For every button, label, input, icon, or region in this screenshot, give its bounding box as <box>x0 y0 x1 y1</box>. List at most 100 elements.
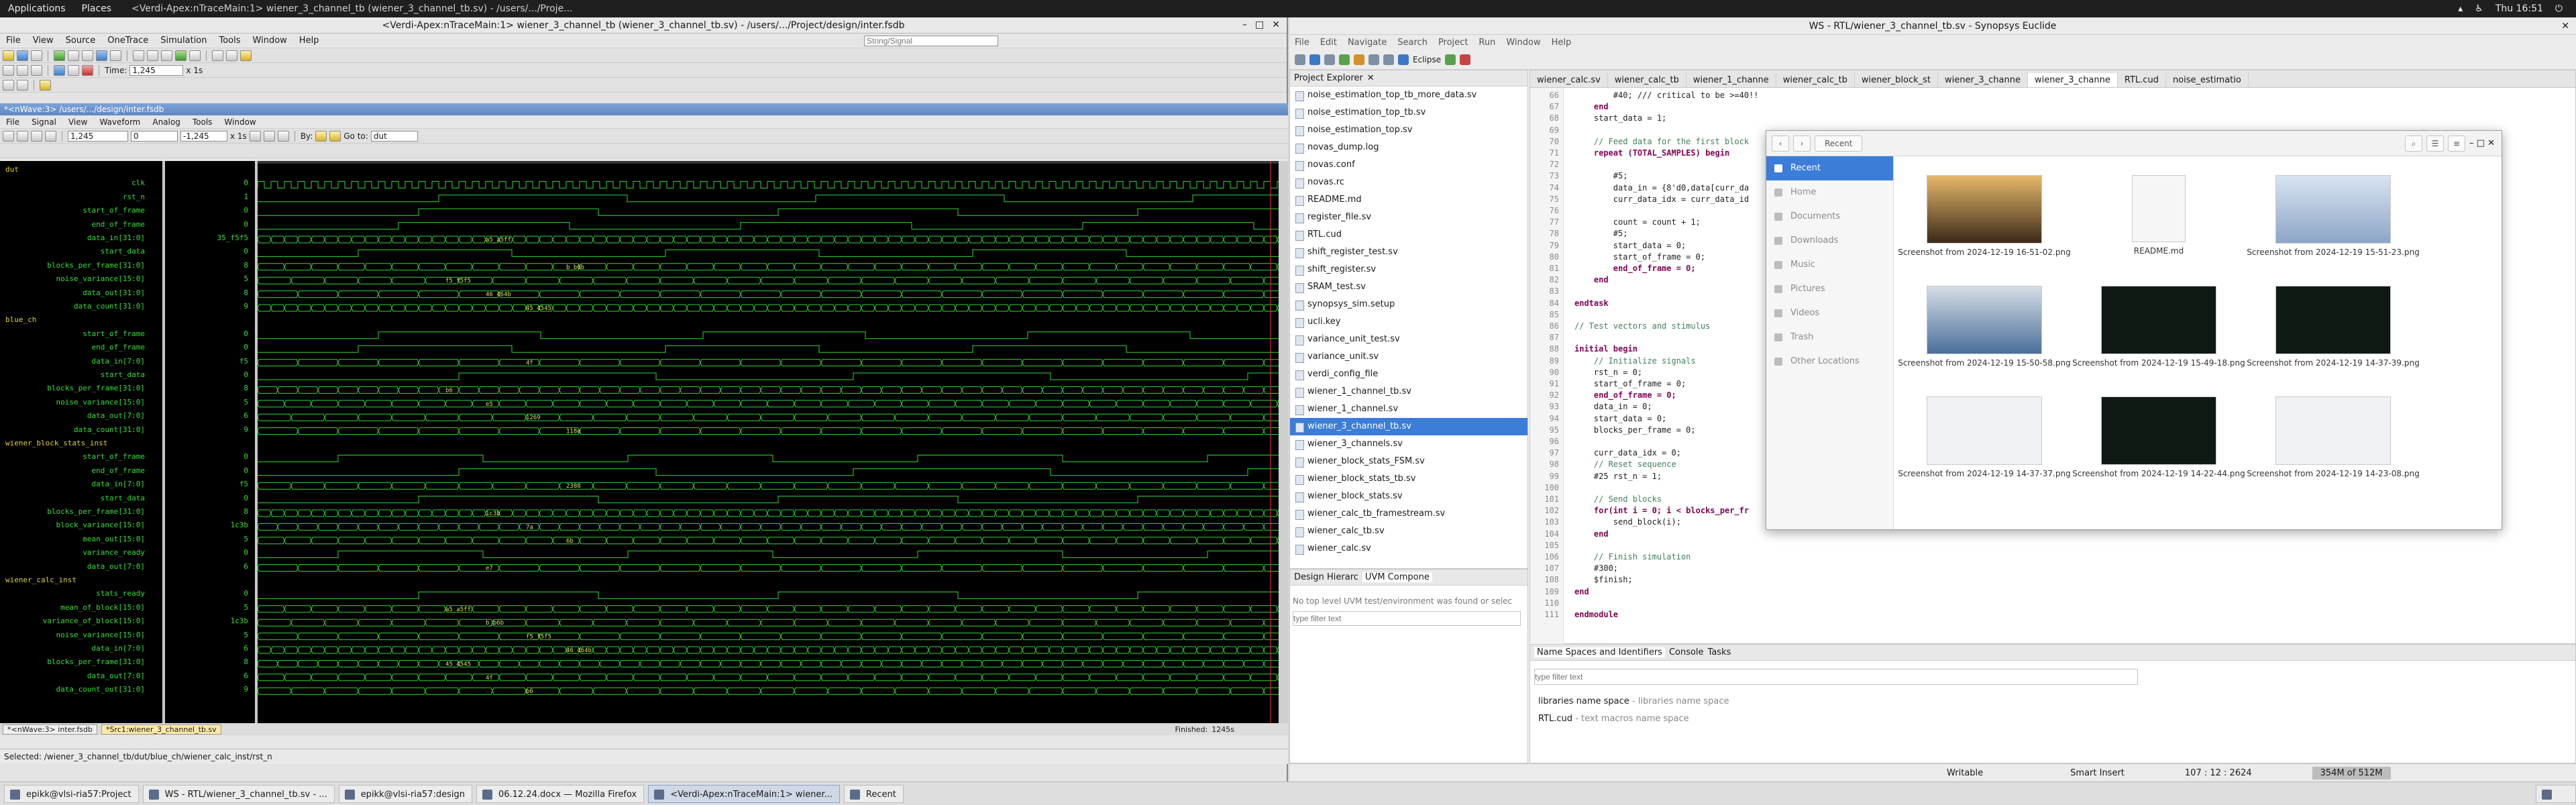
bus-segment[interactable] <box>418 646 433 654</box>
bus-segment[interactable] <box>861 619 896 627</box>
files-sidebar-item[interactable]: Recent <box>1766 156 1893 180</box>
bus-segment[interactable] <box>1250 537 1278 545</box>
bus-segment[interactable] <box>901 674 929 682</box>
bus-segment[interactable] <box>539 386 560 394</box>
bus-segment[interactable] <box>257 687 292 695</box>
ide-titlebar[interactable]: WS - RTL/wiener_3_channel_tb.sv - Synops… <box>1289 17 2576 35</box>
bus-segment[interactable] <box>955 605 983 613</box>
bus-segment[interactable] <box>794 674 822 682</box>
bus-segment[interactable] <box>740 537 768 545</box>
bus-segment[interactable] <box>941 659 963 667</box>
bus-segment[interactable] <box>894 413 929 421</box>
bus-segment[interactable] <box>847 235 862 244</box>
bus-segment[interactable] <box>713 605 741 613</box>
signal-search-input[interactable] <box>864 35 998 46</box>
bus-segment[interactable] <box>807 304 822 312</box>
bus-segment[interactable] <box>1142 659 1164 667</box>
bus-segment[interactable] <box>1129 304 1144 312</box>
bus-segment[interactable] <box>512 646 527 654</box>
bus-segment[interactable] <box>324 413 359 421</box>
bus-segment[interactable] <box>1196 687 1231 695</box>
bus-segment[interactable] <box>297 523 319 531</box>
bus-segment[interactable] <box>619 304 634 312</box>
file-thumbnail[interactable]: Screenshot from 2024-12-19 15-49-18.png <box>2072 286 2246 368</box>
bus-segment[interactable] <box>525 235 540 244</box>
wave-menu-signal[interactable]: Signal <box>25 117 62 127</box>
bus-segment[interactable] <box>727 687 761 695</box>
bus-segment[interactable] <box>391 619 426 627</box>
bus-segment[interactable] <box>841 386 862 394</box>
bus-segment[interactable] <box>981 263 1010 271</box>
bus-segment[interactable] <box>1042 523 1063 531</box>
bus-segment[interactable] <box>1223 537 1251 545</box>
bus-segment[interactable] <box>1022 290 1063 299</box>
time-field[interactable]: 1,245 <box>129 64 184 76</box>
bus-segment[interactable] <box>780 386 802 394</box>
bus-segment[interactable] <box>445 646 460 654</box>
code-line[interactable]: curr_data_idx = curr_data_id <box>1574 195 1749 204</box>
bus-segment[interactable] <box>324 687 359 695</box>
bus-segment[interactable] <box>257 235 272 244</box>
bus-segment[interactable] <box>1169 235 1184 244</box>
bus-segment[interactable] <box>686 263 714 271</box>
file-thumbnail[interactable]: Screenshot from 2024-12-19 15-50-58.png <box>1897 286 2072 368</box>
bus-segment[interactable] <box>498 674 527 682</box>
bus-segment[interactable] <box>351 509 366 517</box>
signal-trace[interactable] <box>258 249 1279 257</box>
bus-segment[interactable] <box>458 687 493 695</box>
bus-segment[interactable] <box>659 276 694 284</box>
ide-save-icon[interactable] <box>1309 54 1320 65</box>
code-line[interactable]: rst_n = 0; <box>1574 368 1642 377</box>
bus-segment[interactable] <box>1129 619 1164 627</box>
code-line[interactable]: end <box>1574 275 1609 284</box>
menu-tools[interactable]: Tools <box>213 36 247 46</box>
bus-segment[interactable] <box>1142 523 1164 531</box>
bus-segment[interactable] <box>351 235 366 244</box>
bus-segment[interactable] <box>364 674 392 682</box>
bus-segment[interactable] <box>1102 427 1144 435</box>
bus-segment[interactable] <box>1156 509 1171 517</box>
ide-close-icon[interactable]: ✕ <box>2561 17 2569 35</box>
bus-segment[interactable] <box>592 276 627 284</box>
bus-segment[interactable] <box>445 235 460 244</box>
bus-segment[interactable] <box>525 509 540 517</box>
bus-segment[interactable] <box>498 564 540 572</box>
bus-segment[interactable] <box>1223 605 1251 613</box>
signal-name[interactable]: data_in[7:0] <box>0 480 162 490</box>
bus-segment[interactable] <box>257 523 278 531</box>
bus-segment[interactable] <box>478 523 500 531</box>
bus-segment[interactable] <box>472 304 486 312</box>
bus-segment[interactable] <box>760 386 782 394</box>
code-line[interactable]: initial begin <box>1574 344 1638 354</box>
bus-segment[interactable] <box>458 235 473 244</box>
bus-segment[interactable] <box>512 509 527 517</box>
bus-segment[interactable] <box>820 659 842 667</box>
bus-segment[interactable] <box>311 400 339 408</box>
project-file-item[interactable]: variance_unit_test.sv <box>1290 331 1527 348</box>
bus-segment[interactable] <box>861 386 882 394</box>
bus-segment[interactable] <box>767 400 795 408</box>
bus-segment[interactable] <box>861 235 875 244</box>
bus-segment[interactable] <box>888 304 902 312</box>
bus-segment[interactable] <box>847 537 875 545</box>
bus-segment[interactable] <box>1223 646 1238 654</box>
bus-segment[interactable] <box>498 537 527 545</box>
bus-segment[interactable] <box>740 359 782 367</box>
window-controls-icon[interactable]: – □ ✕ <box>2469 138 2495 148</box>
files-sidebar-item[interactable]: Trash <box>1766 325 1893 350</box>
bus-segment[interactable] <box>425 413 460 421</box>
bus-segment[interactable] <box>579 537 607 545</box>
bus-segment[interactable] <box>1062 304 1077 312</box>
bus-segment[interactable] <box>358 276 392 284</box>
editor-tab[interactable]: wiener_calc_tb <box>1776 73 1855 87</box>
bus-segment[interactable] <box>1095 276 1130 284</box>
bus-segment[interactable] <box>693 619 728 627</box>
ide-menu-window[interactable]: Window <box>1501 38 1546 48</box>
bus-segment[interactable] <box>498 427 540 435</box>
bus-segment[interactable] <box>418 427 460 435</box>
bus-segment[interactable] <box>820 400 849 408</box>
bus-segment[interactable] <box>626 482 661 490</box>
bus-segment[interactable] <box>1183 359 1224 367</box>
bus-segment[interactable] <box>874 509 889 517</box>
bus-segment[interactable] <box>928 674 956 682</box>
